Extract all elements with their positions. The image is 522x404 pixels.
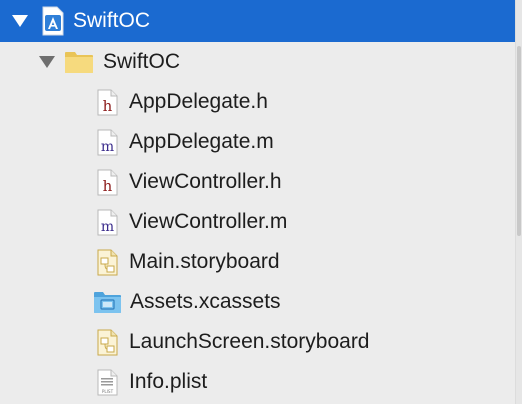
file-label: ViewController.m [129,210,288,233]
xcode-project-icon [42,6,64,36]
objc-source-file-icon: m [97,209,118,235]
header-file-icon: h [97,169,118,195]
file-row-appdelegate-m[interactable]: m AppDelegate.m [0,122,516,162]
file-label: ViewController.h [129,170,282,193]
plist-file-icon: PLIST [97,369,118,395]
header-file-icon: h [97,89,118,115]
file-row-main-storyboard[interactable]: Main.storyboard [0,242,516,282]
file-row-viewcontroller-h[interactable]: h ViewController.h [0,162,516,202]
file-row-viewcontroller-m[interactable]: m ViewController.m [0,202,516,242]
storyboard-icon [97,249,118,275]
svg-text:m: m [101,139,114,155]
file-label: Main.storyboard [129,250,280,273]
scrollbar-thumb[interactable] [517,46,521,236]
folder-icon [65,52,93,73]
svg-text:PLIST: PLIST [102,389,114,394]
group-label: SwiftOC [103,50,181,73]
asset-catalog-folder-icon [94,292,121,313]
file-label: AppDelegate.m [129,130,274,153]
file-row-launchscreen-storyboard[interactable]: LaunchScreen.storyboard [0,322,516,362]
project-row[interactable]: SwiftOC [0,0,516,42]
group-row[interactable]: SwiftOC [0,42,516,82]
file-label: Assets.xcassets [130,290,281,313]
svg-text:h: h [103,177,113,195]
svg-text:h: h [103,97,113,115]
project-navigator: SwiftOC SwiftOC h AppDelegate.h m AppDel… [0,0,516,404]
objc-source-file-icon: m [97,129,118,155]
svg-text:m: m [101,219,114,235]
vertical-scrollbar[interactable] [515,0,522,404]
file-row-info-plist[interactable]: PLIST Info.plist [0,362,516,402]
storyboard-icon [97,329,118,355]
disclosure-expanded-icon[interactable] [38,56,56,68]
file-label: AppDelegate.h [129,90,268,113]
file-row-appdelegate-h[interactable]: h AppDelegate.h [0,82,516,122]
file-label: Info.plist [129,370,208,393]
disclosure-expanded-icon[interactable] [11,15,29,27]
project-label: SwiftOC [73,9,151,32]
file-row-assets-xcassets[interactable]: Assets.xcassets [0,282,516,322]
file-label: LaunchScreen.storyboard [129,330,370,353]
